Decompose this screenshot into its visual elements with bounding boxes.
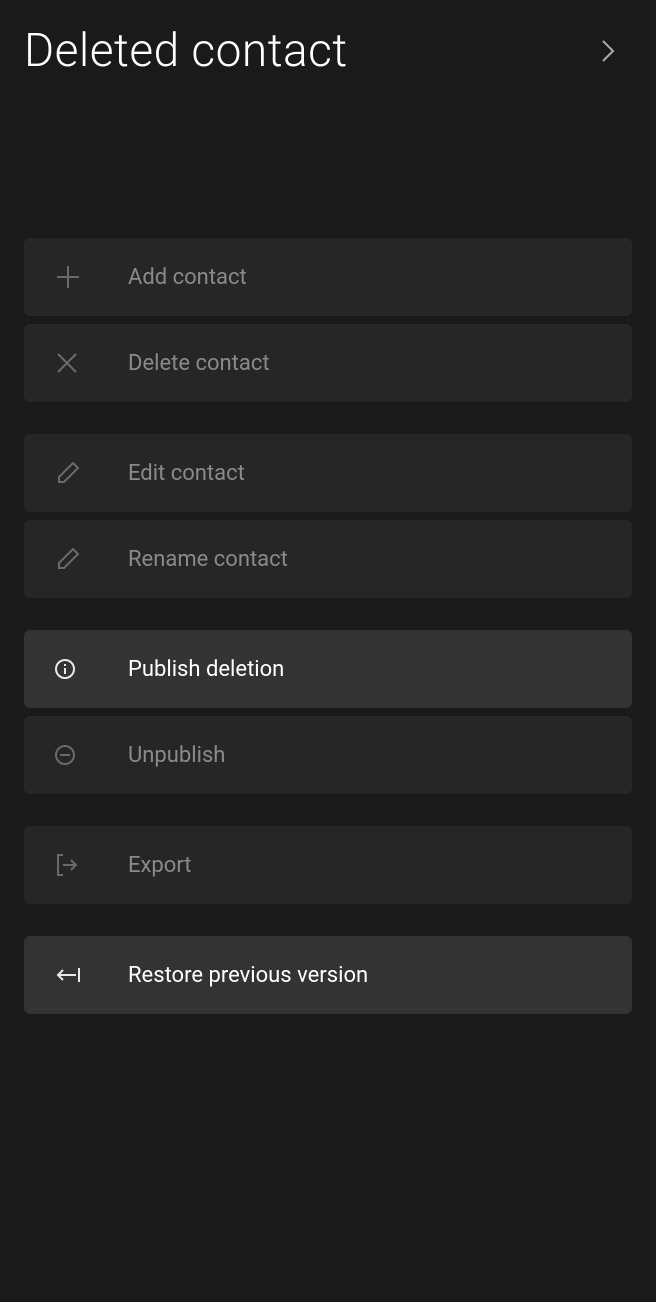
delete-contact-button[interactable]: Delete contact: [24, 324, 632, 402]
action-group: Export: [24, 826, 632, 904]
action-group: Restore previous version: [24, 936, 632, 1014]
action-list: Add contact Delete contact Edit contact: [0, 238, 656, 1014]
action-label: Rename contact: [128, 547, 288, 572]
restore-previous-version-button[interactable]: Restore previous version: [24, 936, 632, 1014]
page-title: Deleted contact: [24, 24, 348, 78]
action-label: Add contact: [128, 265, 247, 290]
action-label: Unpublish: [128, 743, 225, 768]
circle-minus-icon: [24, 744, 128, 766]
unpublish-button[interactable]: Unpublish: [24, 716, 632, 794]
add-contact-button[interactable]: Add contact: [24, 238, 632, 316]
edit-contact-button[interactable]: Edit contact: [24, 434, 632, 512]
action-group: Edit contact Rename contact: [24, 434, 632, 598]
plus-icon: [24, 263, 128, 291]
close-icon: [24, 350, 128, 376]
action-label: Delete contact: [128, 351, 270, 376]
export-button[interactable]: Export: [24, 826, 632, 904]
action-label: Restore previous version: [128, 963, 368, 988]
restore-icon: [24, 964, 128, 986]
action-label: Export: [128, 853, 192, 878]
rename-contact-button[interactable]: Rename contact: [24, 520, 632, 598]
info-icon: [24, 658, 128, 680]
publish-deletion-button[interactable]: Publish deletion: [24, 630, 632, 708]
chevron-right-icon[interactable]: [584, 27, 632, 75]
action-label: Edit contact: [128, 461, 245, 486]
header: Deleted contact: [0, 0, 656, 78]
action-group: Publish deletion Unpublish: [24, 630, 632, 794]
pencil-icon: [24, 459, 128, 487]
pencil-icon: [24, 545, 128, 573]
action-group: Add contact Delete contact: [24, 238, 632, 402]
export-icon: [24, 852, 128, 878]
action-label: Publish deletion: [128, 657, 284, 682]
